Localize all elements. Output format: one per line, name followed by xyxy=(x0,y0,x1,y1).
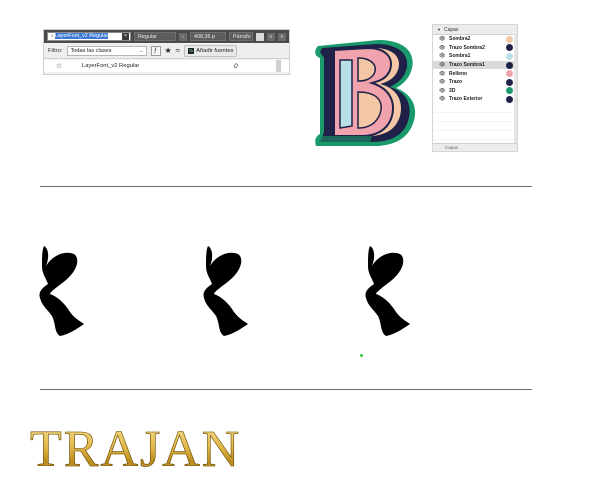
scrollbar[interactable] xyxy=(514,34,517,144)
layer-name: Sombra1 xyxy=(449,53,471,60)
layer-row[interactable]: 👁 Sombra2 xyxy=(433,35,517,44)
align-left-icon[interactable]: ≡ xyxy=(256,32,264,41)
layers-panel-header[interactable]: ▼ Capas xyxy=(433,25,517,35)
add-fonts-label: Añadir fuentes xyxy=(196,48,234,54)
align-center-icon[interactable]: ≡ xyxy=(267,32,275,41)
layer-color-swatch[interactable] xyxy=(506,87,513,95)
layer-row[interactable]: 👁 Trazo Sombra2 xyxy=(433,44,517,53)
layer-name: Relleno xyxy=(449,70,468,77)
favorites-star-icon[interactable]: ★ xyxy=(165,46,172,56)
filter-select-value: Todas las clases xyxy=(70,48,112,54)
filter-label: Filtro: xyxy=(48,48,63,54)
layer-row[interactable]: 👁 Trazo Exterior xyxy=(433,95,517,104)
add-fonts-button[interactable]: Tk Añadir fuentes xyxy=(184,45,238,57)
font-search-input[interactable]: ⌕LayerFont_v2 Regular × xyxy=(47,32,131,41)
layers-panel-title: Capas xyxy=(443,27,459,33)
search-icon: ⌕ xyxy=(51,33,54,39)
layer-color-swatch[interactable] xyxy=(506,70,513,78)
layered-letter-b xyxy=(315,40,416,146)
typekit-icon: Tk xyxy=(188,48,195,54)
layer-color-swatch[interactable] xyxy=(506,78,513,86)
typekit-filter-icon[interactable]: ƒ xyxy=(150,46,161,56)
layer-color-swatch[interactable] xyxy=(506,52,513,60)
eye-icon[interactable]: 👁 xyxy=(439,62,446,68)
font-list-row[interactable]: ☆ LayerFont_v2 Regular 0 xyxy=(44,60,289,72)
align-right-icon[interactable]: ≡ xyxy=(278,32,286,41)
divider-top xyxy=(40,186,532,187)
layer-color-swatch[interactable] xyxy=(506,44,513,52)
eye-icon[interactable]: 👁 xyxy=(439,45,446,51)
scrollbar[interactable] xyxy=(276,60,281,72)
layer-row[interactable]: 👁 Sombra1 xyxy=(433,52,517,61)
paragraph-select[interactable]: Párrafo xyxy=(229,32,253,41)
chevron-down-icon: ⌄ xyxy=(139,48,144,54)
layer-color-swatch[interactable] xyxy=(506,95,513,103)
font-style-select[interactable]: Regular xyxy=(134,32,176,41)
layer-row[interactable]: 👁 Trazo xyxy=(433,78,517,87)
font-sample: 0 xyxy=(234,62,238,70)
layer-color-swatch[interactable] xyxy=(506,35,513,43)
eye-icon[interactable]: 👁 xyxy=(439,36,446,42)
filter-select[interactable]: Todas las clases ⌄ xyxy=(66,46,147,56)
layer-name: Trazo Exterior xyxy=(449,96,483,103)
eye-icon[interactable]: 👁 xyxy=(439,96,446,102)
layer-row[interactable]: 👁 3D xyxy=(433,87,517,96)
trajan-title: TRAJAN xyxy=(30,421,242,479)
font-size-select[interactable]: 408,36 p xyxy=(190,32,226,41)
favorite-star-icon[interactable]: ☆ xyxy=(44,62,74,70)
footer-label: Capas xyxy=(445,145,459,150)
layer-row[interactable]: 👁 Relleno xyxy=(433,69,517,78)
collapse-triangle-icon[interactable]: ▼ xyxy=(437,27,441,32)
layer-name: 3D xyxy=(449,87,456,94)
eye-icon[interactable]: 👁 xyxy=(439,71,446,77)
clear-icon[interactable]: × xyxy=(122,33,129,40)
layer-list: 👁 Sombra2 👁 Trazo Sombra2 👁 Sombra1 👁 Trazo Som… xyxy=(433,35,517,104)
layer-name: Trazo Sombra2 xyxy=(449,44,485,51)
layers-panel: ▼ Capas 👁 Sombra2 👁 Trazo Sombra2 👁 Sombra1 👁 Tr… xyxy=(432,24,518,152)
divider-bottom xyxy=(40,389,532,390)
layer-name: Sombra2 xyxy=(449,36,471,43)
layer-name: Trazo xyxy=(449,79,463,86)
green-dot xyxy=(360,354,363,357)
font-filter-bar: Filtro: Todas las clases ⌄ ƒ ★ ≈ Tk Añad… xyxy=(44,44,289,59)
layer-color-swatch[interactable] xyxy=(506,61,513,69)
font-name: LayerFont_v2 Regular xyxy=(82,63,140,69)
font-toolbar: ⌕LayerFont_v2 Regular × Regular ↕ 408,36… xyxy=(44,30,289,43)
layers-panel-footer: Capas xyxy=(433,143,517,151)
font-panel: ⌕LayerFont_v2 Regular × Regular ↕ 408,36… xyxy=(44,30,289,74)
similar-fonts-icon[interactable]: ≈ xyxy=(176,46,180,56)
size-stepper-icon[interactable]: ↕ xyxy=(179,32,187,41)
glyph-shape-1 xyxy=(39,246,84,336)
glyph-shape-2 xyxy=(203,246,248,336)
eye-icon[interactable]: 👁 xyxy=(439,79,446,85)
glyph-shape-3 xyxy=(365,246,410,336)
layer-name: Trazo Sombra1 xyxy=(449,62,485,69)
eye-icon[interactable]: 👁 xyxy=(439,53,446,59)
font-search-value: LayerFont_v2 Regular xyxy=(54,33,109,39)
eye-icon[interactable]: 👁 xyxy=(439,88,446,94)
layer-row[interactable]: 👁 Trazo Sombra1 xyxy=(433,60,517,70)
